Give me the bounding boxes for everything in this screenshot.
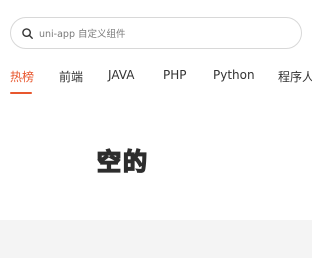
tab-php[interactable]: PHP xyxy=(163,68,187,82)
category-tabs: 热榜 前端 JAVA PHP Python 程序人生 xyxy=(0,62,312,96)
footer-band xyxy=(0,220,312,258)
tab-java[interactable]: JAVA xyxy=(108,68,134,82)
search-bar[interactable]: uni-app 自定义组件 xyxy=(10,17,302,49)
tab-hot[interactable]: 热榜 xyxy=(10,68,34,85)
empty-state: 空的 xyxy=(0,96,312,220)
tab-programmer-life[interactable]: 程序人生 xyxy=(278,68,312,85)
search-input[interactable]: uni-app 自定义组件 xyxy=(39,26,126,40)
empty-state-text: 空的 xyxy=(96,147,149,177)
active-tab-indicator xyxy=(10,92,32,94)
tab-python[interactable]: Python xyxy=(213,68,255,82)
tab-frontend[interactable]: 前端 xyxy=(59,68,83,85)
search-icon xyxy=(22,27,33,39)
